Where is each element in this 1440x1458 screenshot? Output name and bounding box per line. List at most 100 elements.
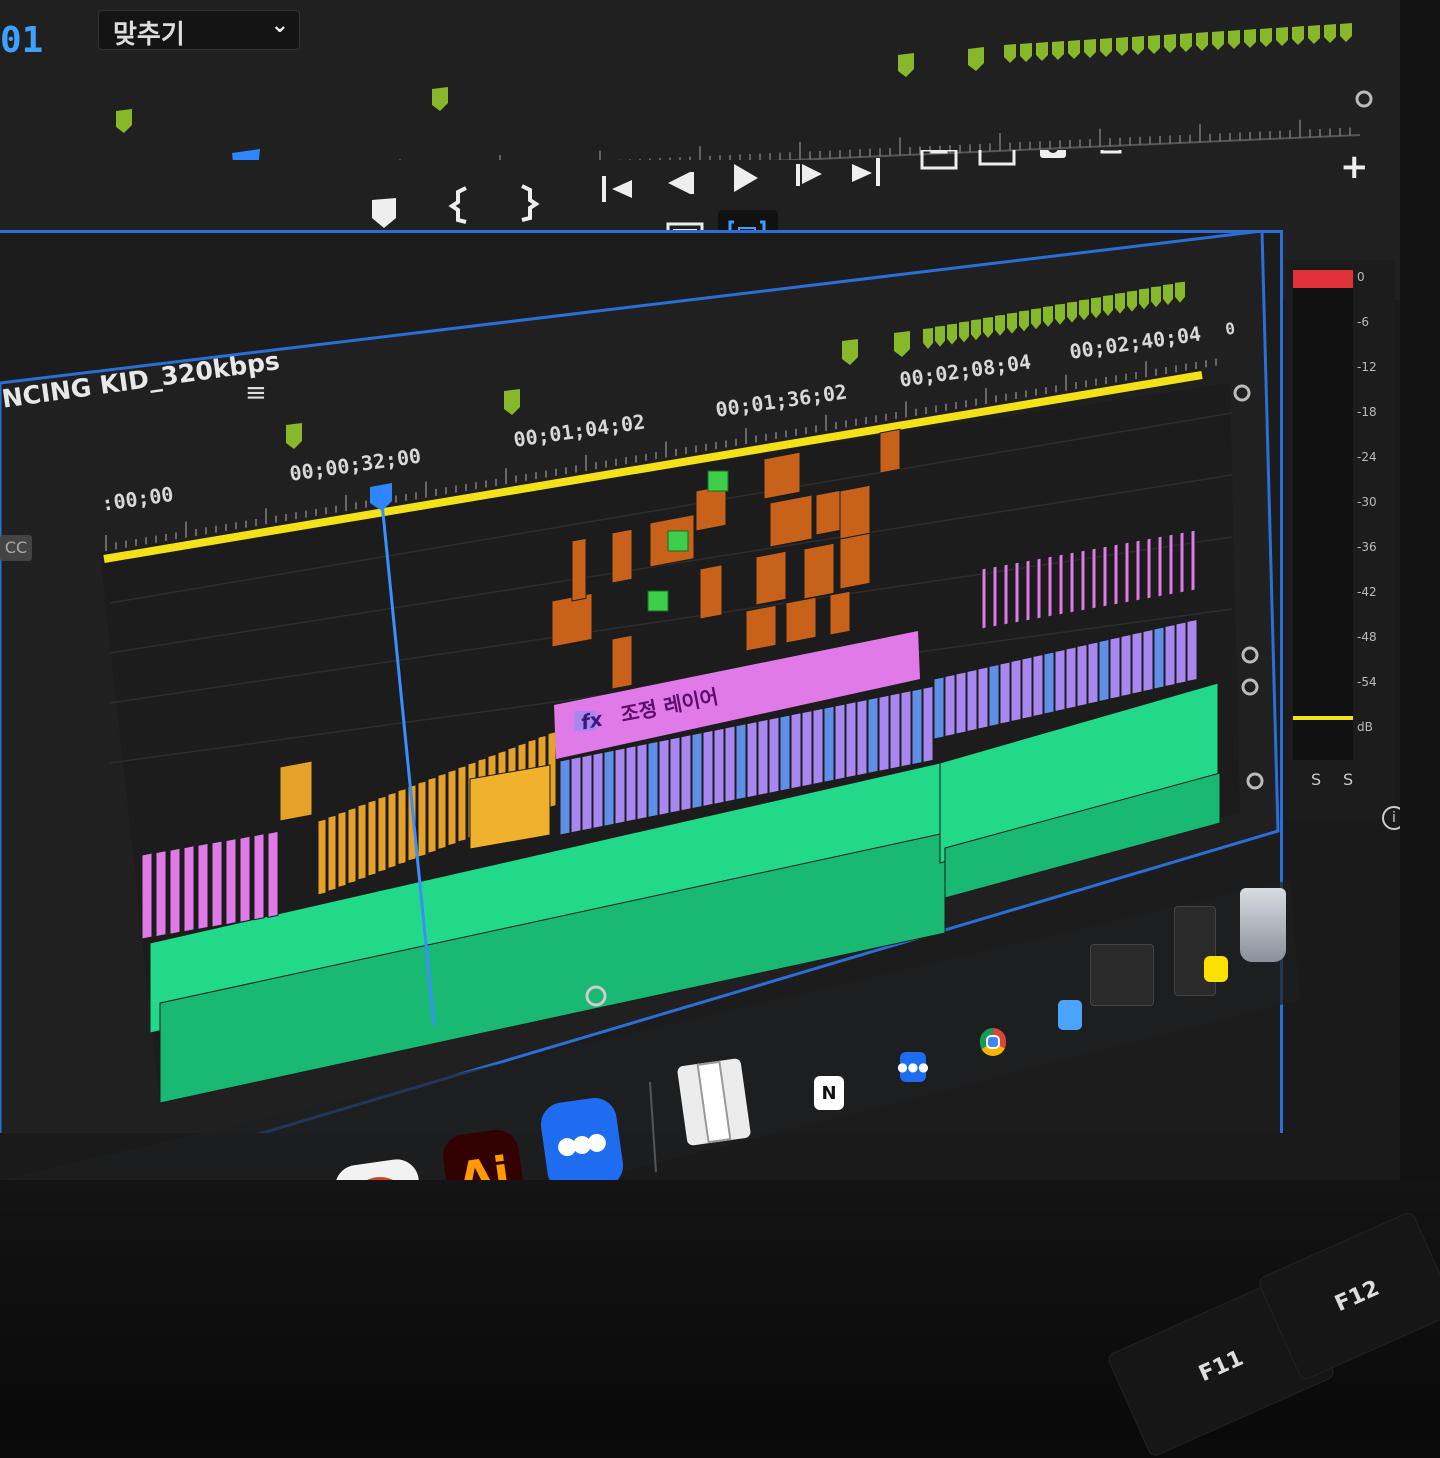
video-clip-lavender — [1131, 631, 1143, 695]
add-button-icon[interactable]: + — [1340, 147, 1369, 187]
clova-small-icon[interactable]: ●●● — [897, 1052, 929, 1082]
meter-scale-tick: -54 — [1357, 675, 1377, 689]
video-clip-lavender — [581, 753, 593, 832]
monitor-marker — [898, 53, 914, 77]
video-clip-pink — [1157, 535, 1163, 598]
extract-icon[interactable] — [978, 134, 1016, 166]
key-f12-label: F12 — [1331, 1275, 1383, 1317]
video-clip-lavender — [944, 673, 956, 738]
video-clip-lavender — [1186, 618, 1198, 683]
cc-badge[interactable]: CC — [0, 535, 32, 561]
video-clip-lavender — [746, 720, 758, 799]
step-back-icon[interactable] — [668, 172, 694, 194]
video-clip-lavender — [1164, 623, 1176, 688]
video-clip-lavender — [779, 714, 791, 792]
video-clip-pink — [1047, 555, 1053, 618]
monitor-ruler[interactable] — [0, 0, 1380, 160]
video-clip-orange — [803, 542, 835, 600]
video-clip-pink — [1058, 553, 1064, 616]
monitor-marker — [1212, 31, 1224, 50]
monitor-marker — [1244, 29, 1256, 48]
video-clip-pink — [1190, 529, 1196, 592]
camera-icon[interactable] — [1040, 138, 1066, 158]
trash-icon[interactable] — [1240, 888, 1286, 962]
mark-out-icon[interactable] — [521, 184, 540, 222]
video-clip-lavender — [757, 718, 769, 797]
macos-dock — [0, 870, 1310, 1190]
go-to-in-icon[interactable] — [602, 176, 632, 202]
video-clip-gold — [367, 799, 377, 877]
monitor-marker — [116, 109, 132, 133]
video-clip-lavender — [1076, 643, 1088, 708]
monitor-zoom-handle[interactable] — [1355, 90, 1373, 108]
video-clip-lavender — [911, 687, 923, 766]
video-clip-pink — [1014, 561, 1020, 624]
notion-app-icon[interactable]: N — [814, 1076, 844, 1110]
meter-scale-tick: -18 — [1357, 405, 1377, 419]
window-thumbnail-2[interactable] — [1174, 906, 1216, 996]
fx-badge — [707, 470, 729, 492]
video-clip-lavender — [1010, 658, 1022, 723]
video-clip-orange — [695, 484, 727, 532]
video-clip-lavender — [922, 685, 934, 764]
meter-scale-tick: -30 — [1357, 495, 1377, 509]
mark-in-icon[interactable] — [448, 186, 467, 224]
video-clip-pink — [1146, 537, 1152, 600]
video-clip-pink — [1179, 531, 1185, 594]
video-clip-lavender — [1120, 633, 1132, 698]
video-clip-lavender — [691, 731, 703, 810]
window-thumbnail-1[interactable] — [1090, 944, 1154, 1006]
finder-app-icon[interactable] — [1058, 1000, 1082, 1030]
monitor-marker — [1260, 28, 1272, 47]
video-clip-lavender — [1087, 641, 1099, 705]
video-clip-lavender — [713, 727, 725, 805]
monitor-marker — [1116, 37, 1128, 56]
solo-button-right[interactable]: S — [1343, 770, 1353, 789]
chrome-app-icon[interactable] — [980, 1028, 1006, 1056]
hamburger-menu-icon[interactable]: ≡ — [245, 378, 267, 408]
monitor-marker — [432, 87, 448, 111]
premiere-screen: 01 맞추기 ⌄ + fx 조정 레이어 NCING KID_320kbps ≡… — [0, 0, 1440, 1458]
video-clip-lavender — [1032, 653, 1044, 718]
meter-scale-tick: -36 — [1357, 540, 1377, 554]
video-clip-pink — [1091, 547, 1097, 610]
monitor-marker — [1324, 24, 1336, 43]
video-clip-orange — [745, 604, 777, 652]
video-clip-lavender — [999, 661, 1011, 725]
video-clip-gold — [427, 776, 437, 854]
lift-icon[interactable] — [920, 138, 958, 170]
step-forward-icon[interactable] — [796, 164, 822, 186]
monitor-marker — [1068, 40, 1080, 59]
video-clip-lavender — [889, 692, 901, 770]
video-clip-gold — [357, 803, 367, 881]
insert-icon[interactable] — [1088, 122, 1122, 154]
monitor-marker — [1100, 38, 1112, 57]
kakaotalk-app-icon[interactable] — [1204, 956, 1228, 982]
go-to-out-icon[interactable] — [852, 158, 880, 186]
video-clip-lavender — [603, 749, 615, 827]
monitor-marker — [1180, 33, 1192, 52]
video-clip-orange — [769, 494, 813, 548]
video-clip-lavender — [592, 751, 604, 830]
video-clip-gold — [387, 791, 397, 870]
video-clip-pink — [1036, 557, 1042, 620]
video-clip-lavender — [614, 747, 626, 825]
solo-button-left[interactable]: S — [1311, 770, 1321, 789]
monitor-marker — [1308, 25, 1320, 44]
photo-booth-app-icon[interactable] — [676, 1057, 752, 1147]
meter-scale-tick: 0 — [1357, 270, 1365, 284]
video-clip-orange — [829, 590, 851, 636]
video-clip-gold — [469, 764, 551, 850]
play-icon[interactable] — [734, 164, 758, 192]
video-clip-lavender — [768, 716, 780, 794]
video-clip-lavender — [625, 745, 637, 823]
video-clip-lavender — [1021, 656, 1033, 720]
video-clip-pink — [1124, 541, 1130, 604]
monitor-marker — [1164, 34, 1176, 53]
video-clip-orange — [763, 451, 801, 500]
marker-icon[interactable] — [372, 198, 396, 228]
monitor-marker — [1084, 39, 1096, 58]
dock-shelf — [0, 880, 1300, 1190]
video-clip-lavender — [1065, 646, 1077, 710]
monitor-marker — [1052, 41, 1064, 60]
